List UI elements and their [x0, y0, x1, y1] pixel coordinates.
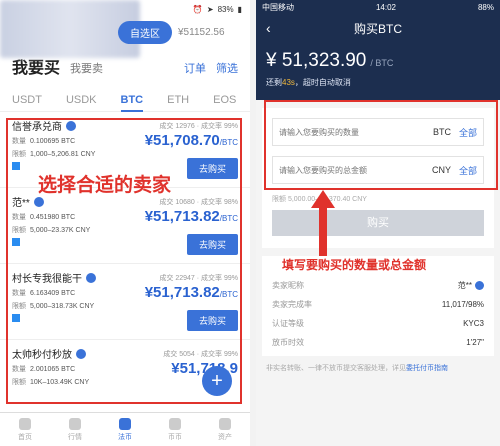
top-row: 自选区 ¥51152.56: [0, 18, 250, 46]
coin-tabs: USDT USDK BTC ETH EOS: [0, 82, 250, 112]
notice-text: 非实名转账、一律不放币提交客服处理，详见委托付币指南: [266, 365, 448, 372]
coin-tab-eos[interactable]: EOS: [213, 94, 236, 111]
coin-tab-btc[interactable]: BTC: [120, 94, 144, 112]
tab-sell[interactable]: 我要卖: [70, 60, 103, 78]
buy-submit-button[interactable]: 购买: [272, 210, 484, 236]
seller-list-screen: ⏰ ➤ 83% ▮ 自选区 ¥51152.56 我要买 我要卖 订单 筛选 US…: [0, 0, 250, 446]
wallet-icon: [219, 417, 231, 430]
status-bar: 中国移动 14:02 88%: [256, 0, 500, 14]
clock: 14:02: [375, 2, 396, 12]
unit-price: ¥ 51,323.90/ BTC: [266, 50, 394, 71]
coin-icon: [169, 417, 181, 430]
add-fab-button[interactable]: +: [202, 366, 232, 396]
battery-level: 83%: [217, 4, 234, 14]
chart-icon: [69, 417, 81, 430]
info-row: 卖家昵称 范**: [272, 276, 484, 295]
battery-level: 88%: [477, 2, 494, 12]
tab-market[interactable]: 行情: [68, 417, 82, 442]
back-chevron-icon[interactable]: ‹: [266, 20, 271, 36]
alarm-icon: ⏰: [192, 4, 203, 14]
coin-tab-usdt[interactable]: USDT: [12, 94, 42, 111]
coin-tab-eth[interactable]: ETH: [167, 94, 189, 111]
guide-link[interactable]: 委托付币指南: [406, 365, 448, 372]
tab-fiat[interactable]: 法币: [118, 417, 132, 442]
info-row: 放币时效 1'27": [272, 338, 484, 347]
favorites-pill[interactable]: 自选区: [118, 20, 172, 44]
home-icon: [19, 417, 31, 430]
avatar: [475, 281, 484, 291]
carrier: 中国移动: [262, 2, 294, 12]
location-icon: ➤: [206, 4, 214, 14]
fiat-icon: [119, 417, 131, 430]
highlight-box: [264, 100, 498, 190]
annotation-text: 填写要购买的数量或总金额: [282, 258, 427, 272]
orders-link[interactable]: 订单: [184, 60, 206, 78]
arrow-icon: [311, 190, 335, 256]
annotation-text: 选择合适的卖家: [38, 175, 172, 196]
reference-price: ¥51152.56: [178, 26, 225, 38]
info-row: 认证等级 KYC3: [272, 319, 484, 328]
tab-assets[interactable]: 资产: [218, 417, 232, 442]
header-panel: 中国移动 14:02 88% ‹ 购买BTC ¥ 51,323.90/ BTC …: [256, 0, 500, 100]
page-title: 购买BTC: [353, 21, 402, 36]
nav-bar: ‹ 购买BTC: [256, 14, 500, 42]
tab-home[interactable]: 首页: [18, 417, 32, 442]
battery-icon: ▮: [237, 4, 242, 14]
countdown-text: 还剩43s，超时自动取消: [266, 78, 351, 87]
tab-exchange[interactable]: 币币: [168, 417, 182, 442]
buy-btc-screen: 中国移动 14:02 88% ‹ 购买BTC ¥ 51,323.90/ BTC …: [256, 0, 500, 446]
highlight-box: [6, 118, 242, 404]
coin-tab-usdk[interactable]: USDK: [66, 94, 97, 111]
filter-link[interactable]: 筛选: [216, 60, 238, 78]
limit-text: 限额 5,000.00–23,370.40 CNY: [272, 196, 367, 203]
bottom-tab-bar: 首页 行情 法币 币币 资产: [0, 412, 250, 446]
info-row: 卖家完成率 11,017/98%: [272, 300, 484, 309]
